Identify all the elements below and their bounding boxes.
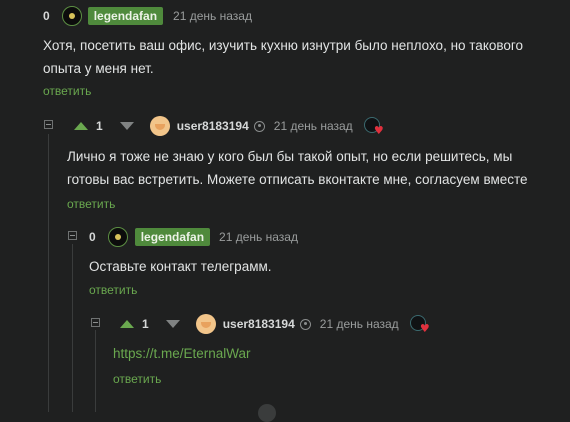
username-badge[interactable]: legendafan <box>87 7 164 25</box>
arrow-down-icon[interactable] <box>119 122 134 130</box>
comment-text-line: готовы вас встретить. Можете отписать вк… <box>67 172 528 187</box>
comment-body: Оставьте контакт телеграмм. <box>89 255 272 278</box>
comment-header: 0 legendafan 21 день назад <box>43 6 252 26</box>
username[interactable]: user8183194 <box>177 119 249 133</box>
comment-score: 0 <box>43 9 50 23</box>
heart-award-icon: ♥ <box>362 116 384 136</box>
arrow-up-icon[interactable] <box>120 320 134 328</box>
comment-text-line: Хотя, посетить ваш офис, изучить кухню и… <box>43 38 524 53</box>
comment-date[interactable]: 21 день назад <box>173 9 252 23</box>
comment-body: https://t.me/EternalWar <box>113 342 251 365</box>
comment-header: 1 user8183194 21 день назад ♥ <box>120 314 430 334</box>
comment-body: Хотя, посетить ваш офис, изучить кухню и… <box>43 34 523 80</box>
username[interactable]: user8183194 <box>223 317 295 331</box>
avatar[interactable] <box>195 314 216 334</box>
reply-button[interactable]: ответить <box>43 84 91 98</box>
avatar[interactable] <box>107 227 128 247</box>
comment-text-line: Лично я тоже не знаю у кого был бы такой… <box>67 149 513 164</box>
person-icon <box>253 120 265 132</box>
comment-score: 0 <box>89 230 96 244</box>
collapse-minus-icon[interactable] <box>68 231 77 240</box>
comment-header: 1 user8183194 21 день назад ♥ <box>74 116 384 136</box>
thread-line-level-3 <box>95 330 96 412</box>
arrow-down-icon[interactable] <box>165 320 180 328</box>
comment-date[interactable]: 21 день назад <box>219 230 298 244</box>
comment-text-line: опыта у меня нет. <box>43 61 154 76</box>
comment-score: 1 <box>142 317 149 331</box>
comment-date[interactable]: 21 день назад <box>320 317 399 331</box>
comment-body: Лично я тоже не знаю у кого был бы такой… <box>67 145 528 191</box>
heart-award-icon: ♥ <box>408 314 430 334</box>
arrow-up-icon[interactable] <box>74 122 88 130</box>
scroll-to-top-button[interactable] <box>258 404 276 422</box>
comment-header: 0 legendafan 21 день назад <box>89 227 298 247</box>
reply-button[interactable]: ответить <box>89 283 137 297</box>
telegram-link[interactable]: https://t.me/EternalWar <box>113 346 251 361</box>
thread-line-level-1 <box>48 134 49 412</box>
comment-text-line: Оставьте контакт телеграмм. <box>89 259 272 274</box>
collapse-minus-icon[interactable] <box>44 120 53 129</box>
avatar[interactable] <box>149 116 170 136</box>
thread-line-level-2 <box>72 244 73 412</box>
avatar[interactable] <box>61 6 82 26</box>
comment-date[interactable]: 21 день назад <box>274 119 353 133</box>
person-icon <box>299 318 311 330</box>
reply-button[interactable]: ответить <box>113 372 161 386</box>
username-badge[interactable]: legendafan <box>134 228 211 246</box>
reply-button[interactable]: ответить <box>67 197 115 211</box>
collapse-minus-icon[interactable] <box>91 318 100 327</box>
comment-score: 1 <box>96 119 103 133</box>
